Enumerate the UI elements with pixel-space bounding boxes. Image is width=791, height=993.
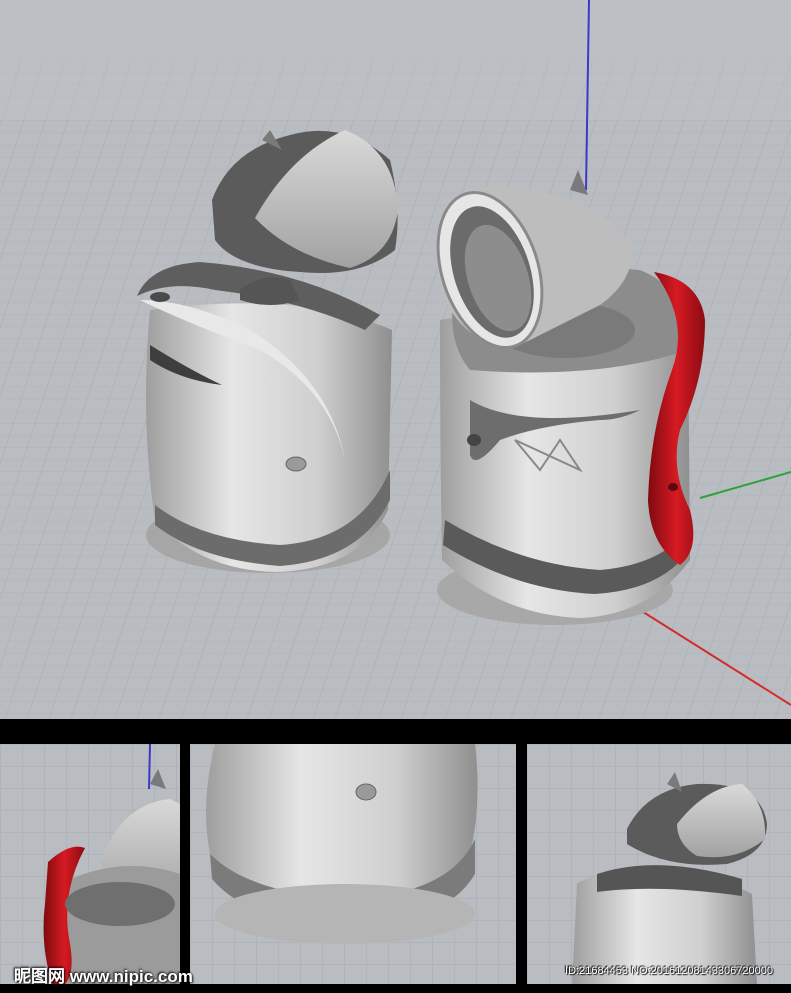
watermark-id: ID:21684453 NO:20161208143306720000 (565, 965, 773, 977)
main-viewport[interactable] (0, 0, 791, 719)
watermark-site: 昵图网 www.nipic.com (14, 967, 193, 986)
detail-viewport-right[interactable] (527, 744, 791, 984)
viewport-canvas[interactable] (0, 0, 791, 719)
detail-viewport-left[interactable] (0, 744, 180, 984)
detail-viewport-center[interactable] (190, 744, 516, 984)
